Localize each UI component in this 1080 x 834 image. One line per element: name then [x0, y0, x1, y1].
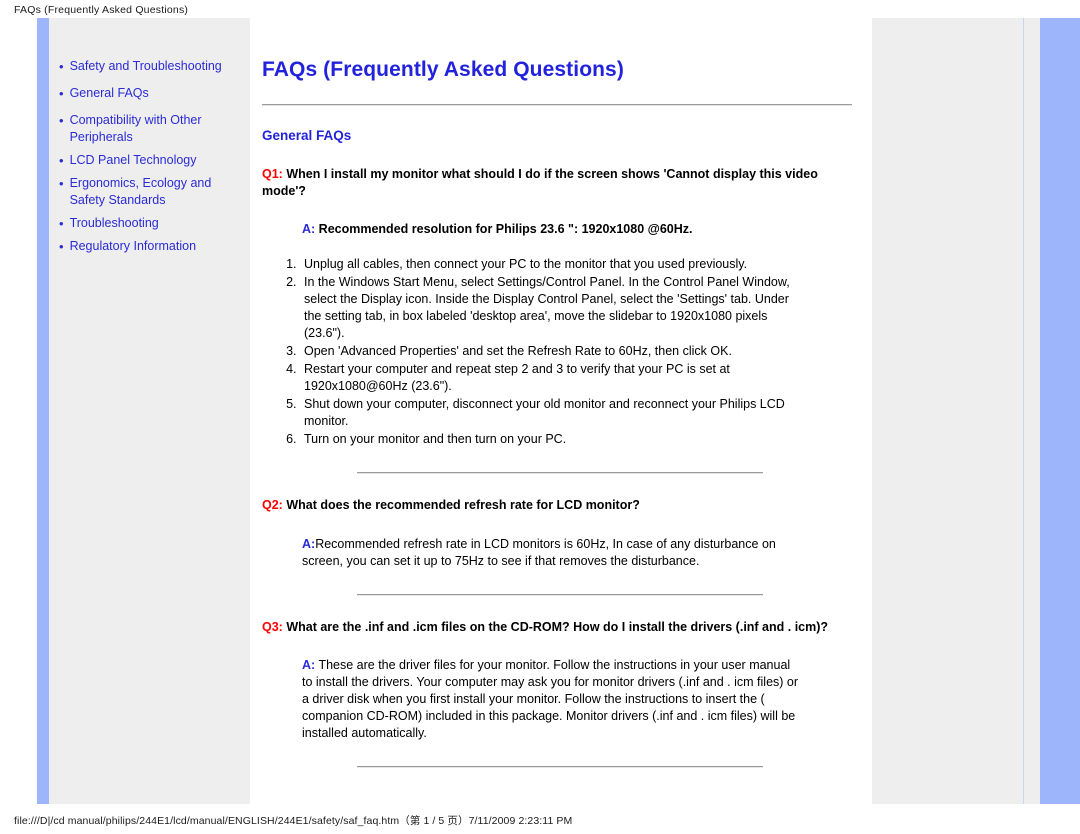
page-title: FAQs (Frequently Asked Questions)	[262, 58, 624, 81]
question-text: When I install my monitor what should I …	[262, 167, 818, 198]
list-item: Shut down your computer, disconnect your…	[300, 396, 790, 430]
question-tag: Q1:	[262, 167, 283, 181]
sidebar-item-troubleshooting[interactable]: • Troubleshooting	[59, 215, 242, 232]
faq-divider-1	[357, 472, 763, 474]
bullet-icon: •	[59, 113, 64, 128]
right-accent-bar	[1040, 18, 1080, 804]
sidebar-item-label[interactable]: Compatibility with Other Peripherals	[70, 112, 242, 146]
main-content: FAQs (Frequently Asked Questions) Genera…	[262, 18, 854, 768]
faq-divider-3	[357, 766, 763, 768]
list-item: Unplug all cables, then connect your PC …	[300, 256, 790, 273]
faq-question-3: Q3: What are the .inf and .icm files on …	[262, 619, 854, 636]
browser-print-footer: file:///D|/cd manual/philips/244E1/lcd/m…	[14, 815, 573, 827]
faq-steps-list-1: Unplug all cables, then connect your PC …	[278, 256, 790, 448]
answer-text: Recommended resolution for Philips 23.6 …	[315, 222, 693, 236]
right-gap-panel	[1024, 18, 1040, 804]
section-title-general-faqs: General FAQs	[262, 128, 352, 143]
faq-question-2: Q2: What does the recommended refresh ra…	[262, 497, 854, 514]
left-accent-bar	[37, 18, 49, 804]
sidebar-item-compatibility-with-other-peripherals[interactable]: • Compatibility with Other Peripherals	[59, 112, 242, 146]
sidebar-nav: • Safety and Troubleshooting • General F…	[49, 58, 250, 261]
question-text: What does the recommended refresh rate f…	[286, 498, 640, 512]
sidebar-item-general-faqs[interactable]: • General FAQs	[59, 85, 242, 102]
answer-text: These are the driver files for your moni…	[302, 658, 799, 740]
faq-answer-3: A: These are the driver files for your m…	[302, 657, 802, 742]
faq-question-1: Q1: When I install my monitor what shoul…	[262, 166, 854, 199]
faq-answer-2: A:Recommended refresh rate in LCD monito…	[302, 536, 802, 570]
sidebar-item-label[interactable]: Troubleshooting	[70, 215, 159, 232]
list-item: Turn on your monitor and then turn on yo…	[300, 431, 790, 448]
title-divider	[262, 104, 852, 106]
list-item: In the Windows Start Menu, select Settin…	[300, 274, 790, 342]
answer-text: Recommended refresh rate in LCD monitors…	[302, 536, 776, 568]
bullet-icon: •	[59, 86, 64, 101]
right-filler-panel	[872, 18, 1023, 804]
bullet-icon: •	[59, 216, 64, 231]
answer-tag: A:	[302, 658, 316, 672]
bullet-icon: •	[59, 239, 64, 254]
sidebar-item-lcd-panel-technology[interactable]: • LCD Panel Technology	[59, 152, 242, 169]
answer-tag: A:	[302, 536, 316, 551]
list-item: Open 'Advanced Properties' and set the R…	[300, 343, 790, 360]
sidebar-item-label[interactable]: Safety and Troubleshooting	[70, 58, 222, 75]
document-frame: • Safety and Troubleshooting • General F…	[0, 18, 1080, 804]
sidebar-item-regulatory-information[interactable]: • Regulatory Information	[59, 238, 242, 255]
sidebar-item-label[interactable]: Regulatory Information	[70, 238, 196, 255]
faq-divider-2	[357, 593, 763, 596]
sidebar-item-label[interactable]: General FAQs	[70, 85, 149, 102]
question-tag: Q3:	[262, 619, 283, 634]
question-text: What are the .inf and .icm files on the …	[286, 619, 829, 634]
bullet-icon: •	[59, 176, 64, 191]
question-tag: Q2:	[262, 498, 283, 512]
sidebar-item-safety-and-troubleshooting[interactable]: • Safety and Troubleshooting	[59, 58, 242, 75]
list-item: Restart your computer and repeat step 2 …	[300, 361, 790, 395]
faq-answer-1: A: Recommended resolution for Philips 23…	[302, 221, 802, 238]
bullet-icon: •	[59, 59, 64, 74]
bullet-icon: •	[59, 153, 64, 168]
answer-tag: A:	[302, 222, 316, 236]
browser-print-header: FAQs (Frequently Asked Questions)	[14, 4, 189, 16]
sidebar-item-label[interactable]: LCD Panel Technology	[70, 152, 197, 169]
sidebar-item-label[interactable]: Ergonomics, Ecology and Safety Standards	[70, 175, 242, 209]
sidebar-item-ergonomics-ecology-and-safety-standards[interactable]: • Ergonomics, Ecology and Safety Standar…	[59, 175, 242, 209]
